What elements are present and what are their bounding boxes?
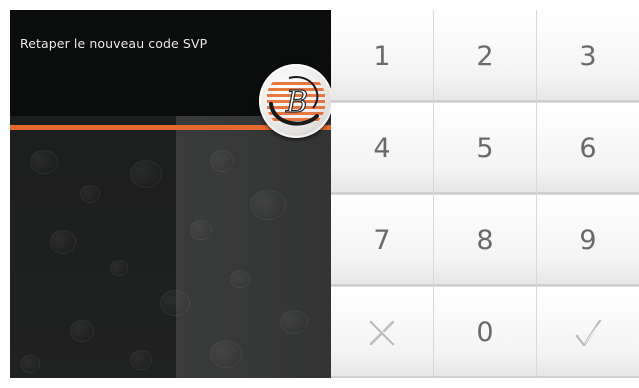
key-5[interactable]: 5 xyxy=(434,103,536,194)
brand-logo-b-icon: B xyxy=(259,64,333,138)
key-0[interactable]: 0 xyxy=(434,287,536,378)
key-7[interactable]: 7 xyxy=(331,195,433,286)
key-8[interactable]: 8 xyxy=(434,195,536,286)
key-4[interactable]: 4 xyxy=(331,103,433,194)
numeric-keypad: 1 2 3 4 5 6 7 8 9 0 xyxy=(331,10,639,378)
key-6[interactable]: 6 xyxy=(537,103,639,194)
key-4-label: 4 xyxy=(373,133,391,164)
key-9[interactable]: 9 xyxy=(537,195,639,286)
key-6-label: 6 xyxy=(579,133,597,164)
key-1-label: 1 xyxy=(373,40,391,72)
key-7-label: 7 xyxy=(373,225,391,256)
key-3[interactable]: 3 xyxy=(537,10,639,102)
key-9-label: 9 xyxy=(579,225,597,256)
key-2-label: 2 xyxy=(476,40,494,72)
clear-x-icon xyxy=(369,320,395,345)
key-1[interactable]: 1 xyxy=(331,10,433,102)
confirm-button[interactable] xyxy=(537,287,639,378)
key-8-label: 8 xyxy=(476,225,494,256)
key-5-label: 5 xyxy=(476,133,494,164)
confirm-check-icon xyxy=(575,319,602,346)
key-2[interactable]: 2 xyxy=(434,10,536,102)
key-3-label: 3 xyxy=(579,40,597,72)
key-0-label: 0 xyxy=(476,317,494,348)
logo-letter: B xyxy=(285,85,308,120)
clear-button[interactable] xyxy=(331,287,433,378)
prompt-text: Retaper le nouveau code SVP xyxy=(20,36,208,51)
